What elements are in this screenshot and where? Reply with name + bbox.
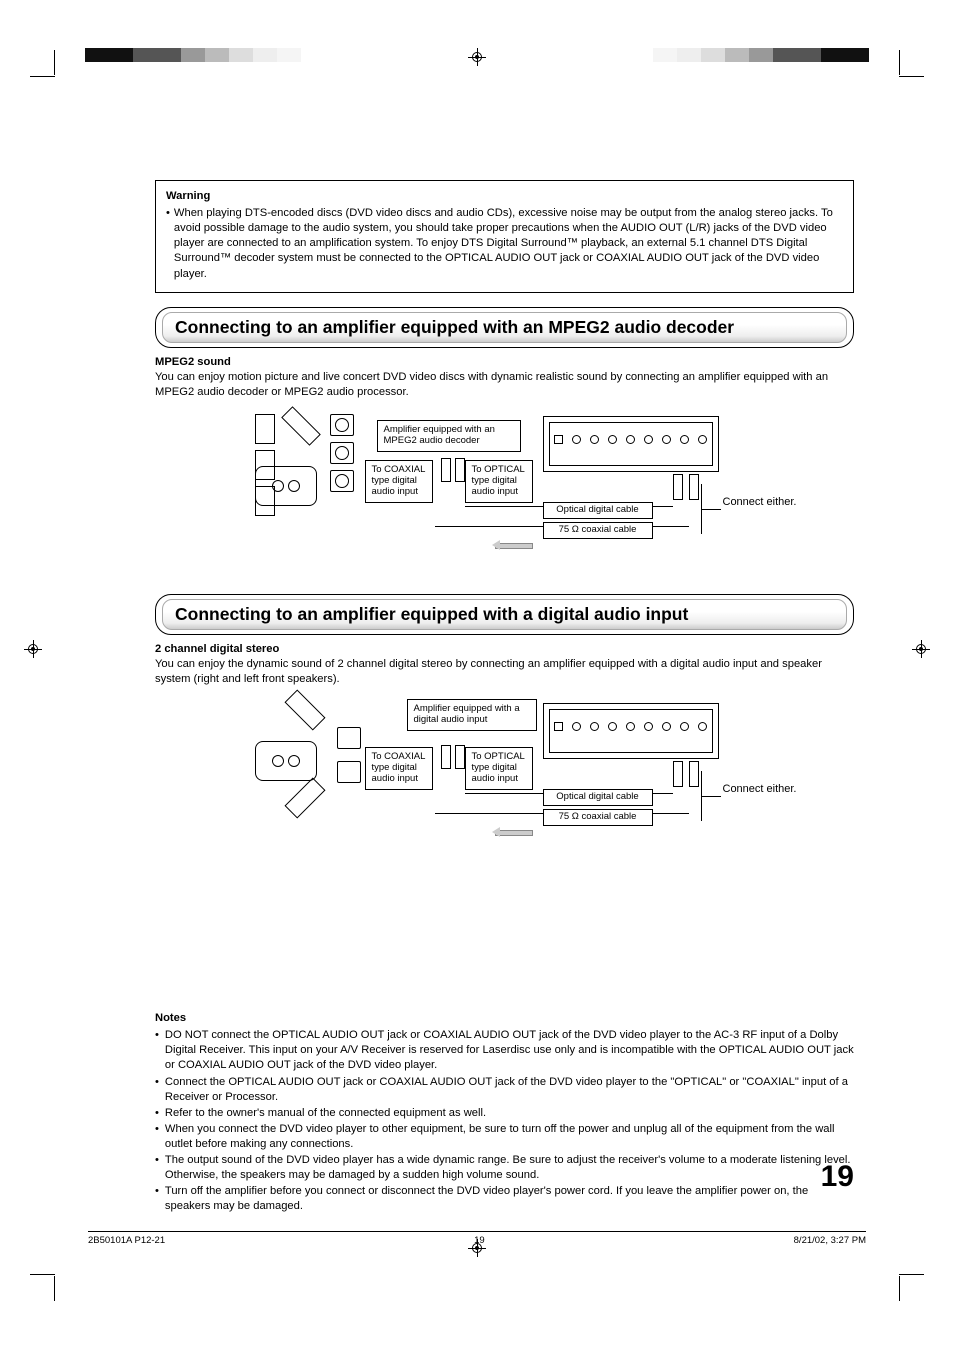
notes-title: Notes [155, 1011, 854, 1026]
registration-target-icon [912, 640, 930, 658]
crop-mark [54, 50, 55, 75]
registration-target-icon [468, 48, 486, 66]
coax-cable-label: 75 Ω coaxial cable [543, 809, 653, 826]
dvd-rear-panel-icon [543, 416, 719, 472]
notes-section: Notes DO NOT connect the OPTICAL AUDIO O… [155, 1011, 854, 1214]
warning-title: Warning [166, 189, 843, 204]
speaker-stack-icon [330, 414, 354, 498]
plug-icon [673, 761, 683, 787]
signal-arrow-icon [487, 827, 533, 837]
registration-target-icon [24, 640, 42, 658]
plug-icon [441, 745, 451, 769]
amp-label-box: Amplifier equipped with a digital audio … [407, 699, 537, 731]
section2-subtitle: 2 channel digital stereo [155, 643, 854, 655]
section-heading-wrap: Connecting to an amplifier equipped with… [155, 594, 854, 635]
speaker-icon [337, 761, 361, 783]
speaker-icon [284, 690, 325, 731]
note-item: When you connect the DVD video player to… [165, 1122, 854, 1152]
crop-mark [899, 1276, 900, 1301]
section1-body: You can enjoy motion picture and live co… [155, 370, 854, 400]
opt-label-box: To OPTICAL type digital audio input [465, 747, 533, 790]
page-number: 19 [821, 1160, 854, 1194]
amp-label-box: Amplifier equipped with an MPEG2 audio d… [377, 420, 521, 452]
footer-left: 2B50101A P12-21 [88, 1235, 165, 1246]
plug-icon [673, 474, 683, 500]
speaker-icon [255, 414, 275, 444]
amplifier-icon [255, 741, 317, 781]
signal-arrow-icon [487, 540, 533, 550]
warning-text: When playing DTS-encoded discs (DVD vide… [174, 206, 843, 282]
note-item: DO NOT connect the OPTICAL AUDIO OUT jac… [165, 1028, 854, 1073]
plug-icon [455, 458, 465, 482]
plug-icon [455, 745, 465, 769]
plug-icon [689, 761, 699, 787]
note-item: Turn off the amplifier before you connec… [165, 1184, 854, 1214]
footer-right: 8/21/02, 3:27 PM [794, 1235, 866, 1246]
crop-mark [30, 76, 55, 77]
note-item: Connect the OPTICAL AUDIO OUT jack or CO… [165, 1075, 854, 1105]
crop-mark [899, 1274, 924, 1275]
note-item: The output sound of the DVD video player… [165, 1153, 854, 1183]
diagram-mpeg2: Amplifier equipped with an MPEG2 audio d… [255, 414, 755, 554]
crop-mark [899, 50, 900, 75]
note-item: Refer to the owner's manual of the conne… [165, 1106, 486, 1121]
diagram-digital-input: Amplifier equipped with a digital audio … [255, 701, 755, 841]
opt-label-box: To OPTICAL type digital audio input [465, 460, 533, 503]
section2-body: You can enjoy the dynamic sound of 2 cha… [155, 657, 854, 687]
amplifier-icon [255, 466, 317, 506]
plug-icon [689, 474, 699, 500]
section-heading-wrap: Connecting to an amplifier equipped with… [155, 307, 854, 348]
warning-box: Warning When playing DTS-encoded discs (… [155, 180, 854, 293]
registration-strip [653, 48, 869, 62]
registration-strip [85, 48, 301, 62]
crop-mark [899, 76, 924, 77]
dvd-rear-panel-icon [543, 703, 719, 759]
optical-cable-label: Optical digital cable [543, 502, 653, 519]
crop-mark [54, 1276, 55, 1301]
speaker-icon [281, 406, 321, 446]
coax-label-box: To COAXIAL type digital audio input [365, 747, 433, 790]
section1-subtitle: MPEG2 sound [155, 356, 854, 368]
section2-heading: Connecting to an amplifier equipped with… [175, 604, 688, 624]
speaker-icon [284, 778, 325, 819]
crop-mark [30, 1274, 55, 1275]
footer-center: 19 [474, 1235, 485, 1246]
plug-icon [441, 458, 451, 482]
coax-cable-label: 75 Ω coaxial cable [543, 522, 653, 539]
connect-either-label: Connect either. [723, 783, 797, 796]
print-footer: 2B50101A P12-21 19 8/21/02, 3:27 PM [88, 1231, 866, 1246]
optical-cable-label: Optical digital cable [543, 789, 653, 806]
coax-label-box: To COAXIAL type digital audio input [365, 460, 433, 503]
section1-heading: Connecting to an amplifier equipped with… [175, 317, 734, 337]
speaker-icon [337, 727, 361, 749]
connect-either-label: Connect either. [723, 496, 797, 509]
